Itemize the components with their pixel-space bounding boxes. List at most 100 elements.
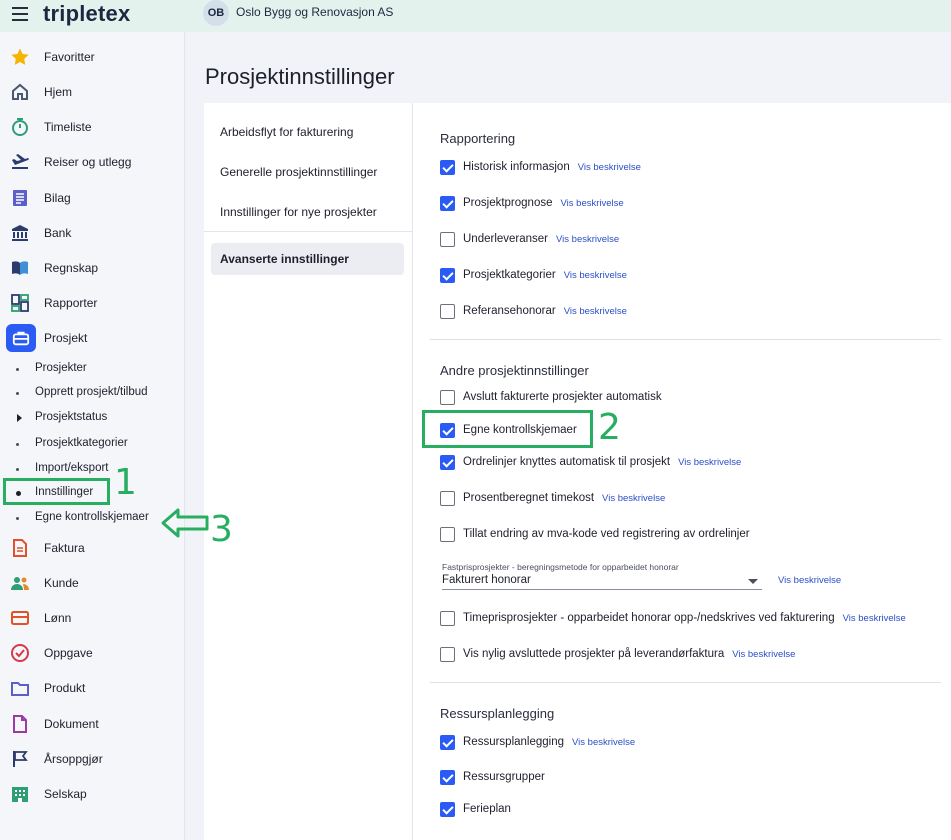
menu-icon[interactable]	[12, 7, 28, 21]
sidebar-subitem-prosjektkategorier[interactable]: Prosjektkategorier	[0, 433, 185, 455]
sidebar-subitem-prosjekter[interactable]: Prosjekter	[0, 358, 185, 380]
sidebar-item-hjem[interactable]: Hjem	[0, 77, 185, 107]
sidebar: Favoritter Hjem Timeliste Reiser og utle…	[0, 32, 185, 840]
checkbox-ordrelinjer[interactable]	[440, 454, 455, 470]
sidebar-subitem-label: Egne kontrollskjemaer	[35, 511, 149, 523]
show-description-link[interactable]: Vis beskrivelse	[561, 198, 624, 209]
setting-label: Historisk informasjon	[463, 161, 570, 173]
sidebar-item-reiser[interactable]: Reiser og utlegg	[0, 147, 185, 177]
annotation-label-2: 2	[598, 407, 621, 448]
setting-label: Timeprisprosjekter - opparbeidet honorar…	[463, 612, 835, 624]
setting-label: Referansehonorar	[463, 305, 556, 317]
setting-row: Tillat endring av mva-kode ved registrer…	[440, 525, 750, 543]
sidebar-item-rapporter[interactable]: Rapporter	[0, 288, 185, 318]
subnav-avanserte[interactable]: Avanserte innstillinger	[211, 243, 404, 275]
show-description-link[interactable]: Vis beskrivelse	[556, 234, 619, 245]
setting-label: Prosjektprognose	[463, 197, 553, 209]
sidebar-item-bank[interactable]: Bank	[0, 218, 185, 248]
fastpris-caption: Fastprisprosjekter - beregningsmetode fo…	[442, 562, 679, 572]
plane-icon	[10, 152, 30, 172]
checkbox-underleveranser[interactable]	[440, 231, 455, 247]
sidebar-item-faktura[interactable]: Faktura	[0, 533, 185, 563]
show-description-link[interactable]: Vis beskrivelse	[678, 457, 741, 468]
sidebar-item-label: Faktura	[44, 541, 85, 555]
bullet-icon	[16, 368, 19, 371]
bullet-icon	[16, 443, 19, 446]
sidebar-item-label: Regnskap	[44, 261, 99, 275]
sidebar-item-kunde[interactable]: Kunde	[0, 568, 185, 598]
checkbox-historisk[interactable]	[440, 159, 455, 175]
sidebar-item-timeliste[interactable]: Timeliste	[0, 112, 185, 142]
subnav-arbeidsflyt[interactable]: Arbeidsflyt for fakturering	[211, 116, 404, 148]
sidebar-item-label: Bilag	[44, 191, 71, 205]
sidebar-subitem-egne-kontrollskjemaer[interactable]: Egne kontrollskjemaer	[0, 507, 185, 529]
show-description-link[interactable]: Vis beskrivelse	[572, 737, 635, 748]
people-icon	[10, 573, 30, 593]
sidebar-item-label: Dokument	[44, 717, 99, 731]
expand-arrow-icon[interactable]	[17, 414, 22, 422]
top-bar: tripletex OB Oslo Bygg og Renovasjon AS	[0, 0, 951, 32]
setting-label: Underleveranser	[463, 233, 549, 245]
setting-row: Underleveranser Vis beskrivelse	[440, 230, 619, 248]
setting-row: Vis nylig avsluttede prosjekter på lever…	[440, 645, 795, 663]
sidebar-item-label: Bank	[44, 226, 72, 240]
company-name[interactable]: Oslo Bygg og Renovasjon AS	[236, 5, 393, 19]
show-description-link[interactable]: Vis beskrivelse	[564, 306, 627, 317]
section-title-andre: Andre prosjektinnstillinger	[440, 363, 589, 378]
sidebar-item-label: Lønn	[44, 611, 72, 625]
sidebar-item-regnskap[interactable]: Regnskap	[0, 253, 185, 283]
sidebar-item-label: Favoritter	[44, 50, 95, 64]
checkbox-prosjektkategorier[interactable]	[440, 267, 455, 283]
sidebar-item-lonn[interactable]: Lønn	[0, 603, 185, 633]
setting-row: Ressursplanlegging Vis beskrivelse	[440, 733, 635, 751]
show-description-link[interactable]: Vis beskrivelse	[602, 493, 665, 504]
show-description-link[interactable]: Vis beskrivelse	[778, 575, 841, 586]
checkbox-ressursplanlegging[interactable]	[440, 734, 455, 750]
setting-label: Vis nylig avsluttede prosjekter på lever…	[463, 648, 725, 660]
annotation-box-2	[422, 410, 593, 448]
subnav-generelle[interactable]: Generelle prosjektinnstillinger	[211, 156, 404, 188]
company-avatar[interactable]: OB	[203, 0, 229, 26]
checkbox-mva-kode[interactable]	[440, 526, 455, 542]
settings-content: Rapportering Historisk informasjon Vis b…	[414, 103, 951, 840]
checkbox-prosentberegnet[interactable]	[440, 490, 455, 506]
setting-row: Prosjektkategorier Vis beskrivelse	[440, 266, 627, 284]
sidebar-item-dokument[interactable]: Dokument	[0, 709, 185, 739]
sidebar-item-bilag[interactable]: Bilag	[0, 183, 185, 213]
sidebar-item-label: Prosjekt	[44, 331, 88, 345]
file-icon	[10, 714, 30, 734]
setting-row: Timeprisprosjekter - opparbeidet honorar…	[440, 609, 906, 627]
sidebar-subitem-import-eksport[interactable]: Import/eksport	[0, 458, 185, 480]
building-icon	[10, 784, 30, 804]
settings-subnav: Arbeidsflyt for fakturering Generelle pr…	[204, 103, 413, 840]
subnav-nye-prosjekter[interactable]: Innstillinger for nye prosjekter	[211, 196, 404, 228]
sidebar-item-produkt[interactable]: Produkt	[0, 673, 185, 703]
sidebar-item-arsoppgjor[interactable]: Årsoppgjør	[0, 744, 185, 774]
sidebar-item-oppgave[interactable]: Oppgave	[0, 638, 185, 668]
checkbox-referansehonorar[interactable]	[440, 303, 455, 319]
show-description-link[interactable]: Vis beskrivelse	[732, 649, 795, 660]
show-description-link[interactable]: Vis beskrivelse	[843, 613, 906, 624]
app-logo[interactable]: tripletex	[43, 1, 130, 27]
show-description-link[interactable]: Vis beskrivelse	[578, 162, 641, 173]
checkbox-avslutt-fakturerte[interactable]	[440, 389, 455, 405]
invoice-icon	[10, 538, 30, 558]
checkbox-ferieplan[interactable]	[440, 801, 455, 817]
checkbox-ressursgrupper[interactable]	[440, 769, 455, 785]
setting-row: Ordrelinjer knyttes automatisk til prosj…	[440, 453, 741, 471]
sidebar-subitem-prosjektstatus[interactable]: Prosjektstatus	[0, 407, 185, 429]
checkbox-leverandorfaktura[interactable]	[440, 646, 455, 662]
fastpris-select[interactable]: Fakturert honorar	[442, 574, 762, 590]
sidebar-item-selskap[interactable]: Selskap	[0, 779, 185, 809]
sidebar-item-favoritter[interactable]: Favoritter	[0, 42, 185, 72]
setting-row: Prosentberegnet timekost Vis beskrivelse	[440, 489, 665, 507]
checkbox-prosjektprognose[interactable]	[440, 195, 455, 211]
checkbox-timepris[interactable]	[440, 610, 455, 626]
book-icon	[10, 258, 30, 278]
show-description-link[interactable]: Vis beskrivelse	[564, 270, 627, 281]
sidebar-subitem-opprett[interactable]: Opprett prosjekt/tilbud	[0, 382, 185, 404]
annotation-label-1: 1	[114, 462, 137, 503]
sidebar-item-prosjekt[interactable]: Prosjekt	[0, 323, 185, 353]
page-title: Prosjektinnstillinger	[205, 64, 395, 89]
flag-icon	[10, 749, 30, 769]
